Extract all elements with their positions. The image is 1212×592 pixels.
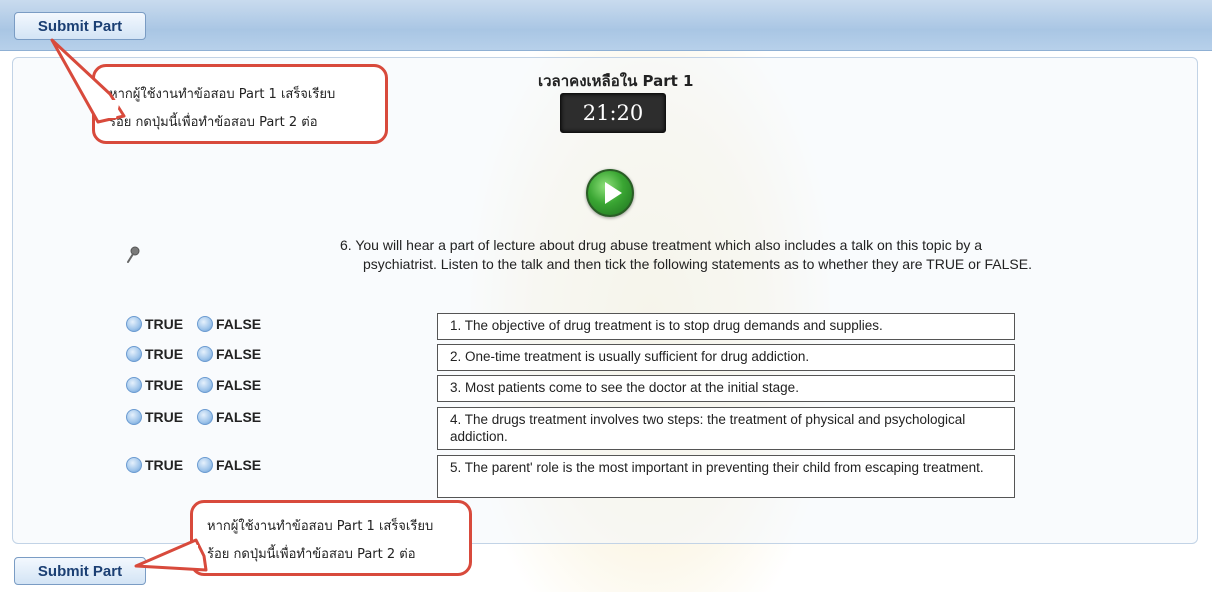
- radio-icon[interactable]: [126, 457, 142, 473]
- question-text: 6. You will hear a part of lecture about…: [340, 237, 1032, 272]
- callout-top: หากผู้ใช้งานทำข้อสอบ Part 1 เสร็จเรียบ ร…: [92, 64, 388, 144]
- play-icon: [605, 182, 622, 204]
- radio-icon[interactable]: [197, 457, 213, 473]
- true-option[interactable]: TRUE: [126, 457, 183, 473]
- play-audio-button[interactable]: [586, 169, 634, 217]
- radio-icon[interactable]: [126, 377, 142, 393]
- radio-icon[interactable]: [126, 346, 142, 362]
- true-option[interactable]: TRUE: [126, 377, 183, 393]
- statement-1: 1. The objective of drug treatment is to…: [437, 313, 1015, 340]
- true-option[interactable]: TRUE: [126, 409, 183, 425]
- submit-part-button-bottom[interactable]: Submit Part: [14, 557, 146, 585]
- false-option[interactable]: FALSE: [197, 346, 261, 362]
- false-option[interactable]: FALSE: [197, 409, 261, 425]
- timer-label: เวลาคงเหลือใน Part 1: [538, 72, 694, 90]
- callout-top-line-2: ร้อย กดปุ่มนี้เพื่อทำข้อสอบ Part 2 ต่อ: [109, 115, 318, 130]
- false-option[interactable]: FALSE: [197, 377, 261, 393]
- radio-icon[interactable]: [197, 316, 213, 332]
- statement-5: 5. The parent' role is the most importan…: [437, 455, 1015, 498]
- radio-icon[interactable]: [126, 409, 142, 425]
- callout-bottom-line-1: หากผู้ใช้งานทำข้อสอบ Part 1 เสร็จเรียบ: [207, 519, 434, 534]
- radio-icon[interactable]: [197, 377, 213, 393]
- radio-icon[interactable]: [197, 346, 213, 362]
- true-option[interactable]: TRUE: [126, 346, 183, 362]
- callout-bottom-line-2: ร้อย กดปุ่มนี้เพื่อทำข้อสอบ Part 2 ต่อ: [207, 547, 416, 562]
- true-option[interactable]: TRUE: [126, 316, 183, 332]
- radio-icon[interactable]: [126, 316, 142, 332]
- pin-icon: [127, 246, 140, 263]
- submit-part-button-top[interactable]: Submit Part: [14, 12, 146, 40]
- statement-3: 3. Most patients come to see the doctor …: [437, 375, 1015, 402]
- countdown-timer: 21:20: [560, 93, 666, 133]
- top-toolbar: [0, 0, 1212, 51]
- radio-icon[interactable]: [197, 409, 213, 425]
- callout-bottom: หากผู้ใช้งานทำข้อสอบ Part 1 เสร็จเรียบ ร…: [190, 500, 472, 576]
- false-option[interactable]: FALSE: [197, 316, 261, 332]
- statement-2: 2. One-time treatment is usually suffici…: [437, 344, 1015, 371]
- callout-top-line-1: หากผู้ใช้งานทำข้อสอบ Part 1 เสร็จเรียบ: [109, 87, 336, 102]
- statement-4: 4. The drugs treatment involves two step…: [437, 407, 1015, 450]
- false-option[interactable]: FALSE: [197, 457, 261, 473]
